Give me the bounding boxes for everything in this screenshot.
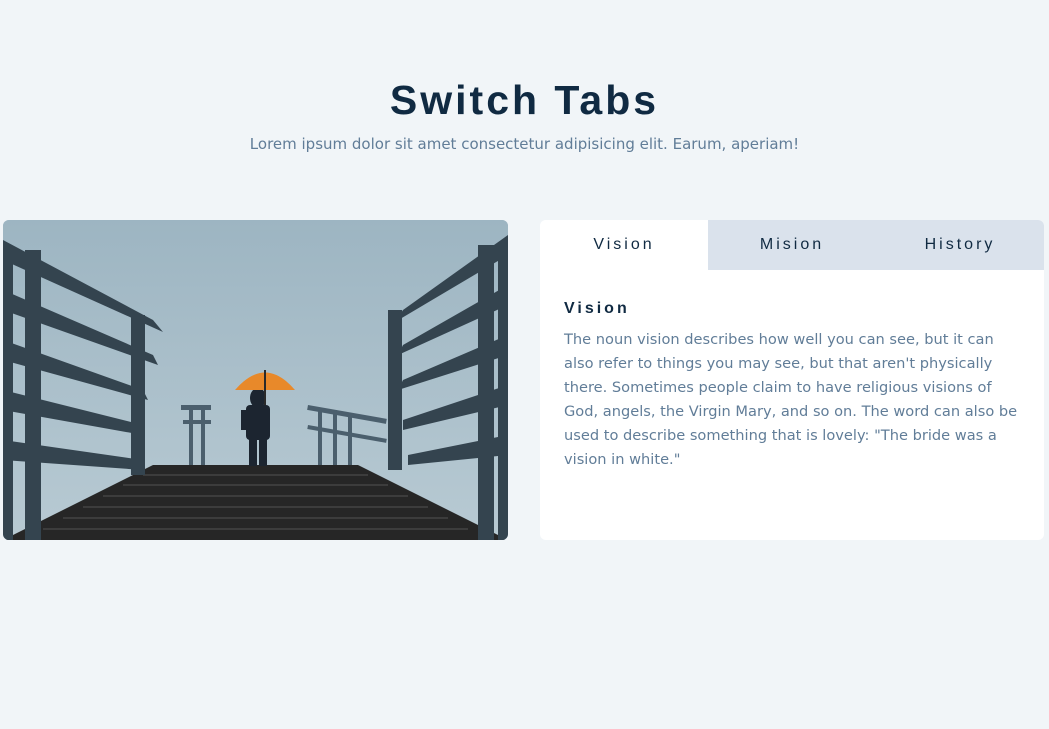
tab-mision[interactable]: Mision — [708, 220, 876, 270]
page-subtitle: Lorem ipsum dolor sit amet consectetur a… — [249, 135, 800, 153]
tab-history[interactable]: History — [876, 220, 1044, 270]
tab-content-title: Vision — [564, 300, 630, 317]
tab-content: Vision The noun vision describes how wel… — [540, 270, 1044, 472]
tab-bar: Vision Mision History — [540, 220, 1044, 270]
tabs-card: Vision Mision History Vision The noun vi… — [540, 220, 1044, 540]
tab-content-text: The noun vision describes how well you c… — [564, 331, 1018, 468]
page-title: Switch Tabs — [389, 77, 660, 123]
hero-image — [3, 220, 508, 540]
tab-vision[interactable]: Vision — [540, 220, 708, 270]
